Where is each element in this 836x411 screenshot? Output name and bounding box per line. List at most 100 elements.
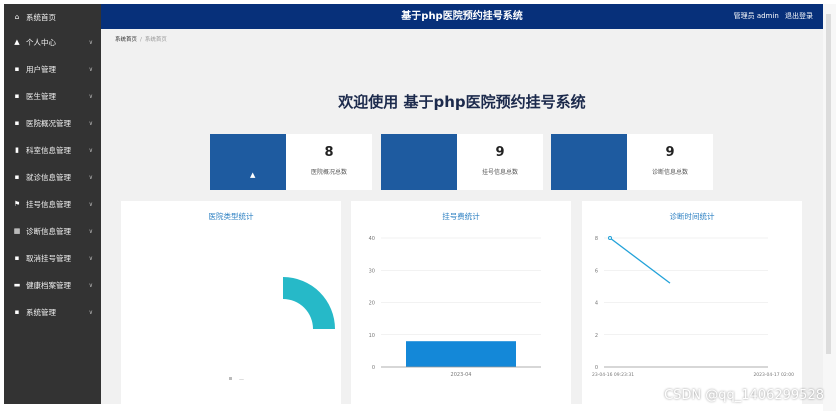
watermark: CSDN @qq_1406299528 [664,388,824,403]
legend-swatch [229,377,232,380]
sidebar: ⌂ 系统首页 ▲ 个人中心 ∨ ▪ 用户管理 ∨ ▪ 医生管理 ∨ ▪ 医院概况管理 ∨ ▮ 科室信息管理 ∨ ▪… [4,4,101,404]
sidebar-item-label: 挂号信息管理 [26,199,71,209]
sidebar-item[interactable]: ⚑ 挂号信息管理 ∨ [4,191,101,217]
grid-icon: ▪ [14,308,20,316]
chevron-down-icon: ∨ [88,227,93,235]
sidebar-item[interactable]: ▪ 医生管理 ∨ [4,83,101,109]
pie-slice [283,277,335,329]
y-tick-label: 6 [595,268,598,274]
user-icon: ▲ [14,38,20,46]
breadcrumb-separator: / [140,37,142,43]
chart-panel-hospital-type: 医院类型统计 — [121,201,341,404]
grid-icon: ▪ [14,254,20,262]
data-point [608,236,612,240]
sidebar-item-label: 健康档案管理 [26,280,71,290]
chart-panel-diagnosis-time: 诊断时间统计 0 2 4 6 8 23-04-16 09:23:31 2023-04-17 … [582,201,802,404]
chevron-down-icon: ∨ [88,65,93,73]
main-content: 系统首页 / 系统首页 欢迎使用 基于php医院预约挂号系统 ▲ 8 医院概况总数 … [101,29,823,404]
sidebar-item-label: 医生管理 [26,91,56,101]
sidebar-item-label: 医院概况管理 [26,118,71,128]
card-label: 医院概况总数 [310,169,347,176]
x-tick-label: 2023-04-17 02:00 [753,372,794,378]
card-value: 9 [495,145,505,160]
x-tick-label: 2023-04 [451,372,472,378]
chevron-down-icon: ∨ [88,254,93,262]
sidebar-item-label: 用户管理 [26,64,56,74]
sidebar-item[interactable]: ▲ 个人中心 ∨ [4,29,101,55]
trash-icon: ▮ [15,146,19,154]
chevron-down-icon: ∨ [88,92,93,100]
sidebar-item-label: 就诊信息管理 [26,172,71,182]
home-icon: ⌂ [14,13,20,21]
sidebar-item[interactable]: ▦ 诊断信息管理 ∨ [4,218,101,244]
sidebar-item-label: 取消挂号管理 [26,253,71,263]
stat-card-diagnosis: 9 诊断信息总数 [551,134,713,190]
mouse-cursor-icon: ▲ [250,171,256,179]
scrollbar-thumb[interactable] [826,14,831,354]
table-icon: ▦ [13,227,21,235]
sidebar-item[interactable]: ▬ 健康档案管理 ∨ [4,272,101,298]
y-tick-label: 0 [372,365,375,371]
grid-icon: ▪ [14,119,20,127]
chevron-down-icon: ∨ [88,281,93,289]
sidebar-item-label: 系统管理 [26,307,56,317]
card-color-block: ▲ [210,134,286,190]
sidebar-item[interactable]: ▪ 用户管理 ∨ [4,56,101,82]
sidebar-item-label: 诊断信息管理 [26,226,71,236]
card-color-block [551,134,627,190]
app-title: 基于php医院预约挂号系统 [401,11,523,22]
sidebar-item[interactable]: ▮ 科室信息管理 ∨ [4,137,101,163]
card-label: 诊断信息总数 [651,169,688,176]
grid-icon: ▪ [14,65,20,73]
chevron-down-icon: ∨ [88,146,93,154]
admin-label: 管理员 admin [733,12,779,20]
card-value: 8 [324,145,334,160]
legend-label: — [239,377,244,383]
top-bar: 基于php医院预约挂号系统 管理员 admin 退出登录 [101,4,823,29]
grid-icon: ▪ [14,173,20,181]
breadcrumb: 系统首页 / 系统首页 [115,35,167,43]
y-tick-label: 20 [369,301,375,307]
chart-panel-fee: 挂号费统计 0 10 20 30 40 2023-04 [351,201,571,404]
card-color-block [381,134,457,190]
user-area: 管理员 admin 退出登录 [730,4,813,29]
chevron-down-icon: ∨ [88,119,93,127]
y-tick-label: 8 [595,236,598,242]
sidebar-item[interactable]: ▪ 系统管理 ∨ [4,299,101,325]
bar-chart: 0 10 20 30 40 2023-04 [369,236,541,378]
chevron-down-icon: ∨ [88,38,93,46]
y-tick-label: 10 [369,333,375,339]
flag-icon: ⚑ [13,200,21,208]
x-tick-label: 23-04-16 09:23:31 [592,372,634,378]
page-scrollbar[interactable] [823,4,836,411]
sidebar-item[interactable]: ▪ 就诊信息管理 ∨ [4,164,101,190]
logout-link[interactable]: 退出登录 [785,12,813,20]
welcome-heading: 欢迎使用 基于php医院预约挂号系统 [338,93,586,111]
sidebar-item-label: 科室信息管理 [26,145,71,155]
grid-icon: ▪ [14,92,20,100]
stat-card-hospital: ▲ 8 医院概况总数 [210,134,372,190]
chevron-down-icon: ∨ [88,308,93,316]
chevron-down-icon: ∨ [88,173,93,181]
line-chart: 0 2 4 6 8 23-04-16 09:23:31 2023-04-17 02:00 [592,236,794,378]
chevron-down-icon: ∨ [88,200,93,208]
stat-card-registration: 9 挂号信息总数 [381,134,543,190]
card-value: 9 [665,145,675,160]
sidebar-item[interactable]: ▪ 医院概况管理 ∨ [4,110,101,136]
series-line [609,237,671,284]
pie-chart: — [229,277,335,383]
breadcrumb-current: 系统首页 [144,37,167,43]
card-label: 挂号信息总数 [481,169,518,176]
sidebar-item[interactable]: ⌂ 系统首页 [4,4,101,30]
y-tick-label: 40 [369,236,375,242]
bar [406,341,516,367]
y-tick-label: 30 [369,268,375,274]
sidebar-item[interactable]: ▪ 取消挂号管理 ∨ [4,245,101,271]
sidebar-item-label: 系统首页 [26,12,56,22]
bag-icon: ▬ [13,281,21,289]
y-tick-label: 4 [595,301,598,307]
y-tick-label: 2 [595,333,598,339]
y-tick-label: 0 [595,365,598,371]
sidebar-item-label: 个人中心 [26,37,56,47]
breadcrumb-home[interactable]: 系统首页 [115,37,137,43]
